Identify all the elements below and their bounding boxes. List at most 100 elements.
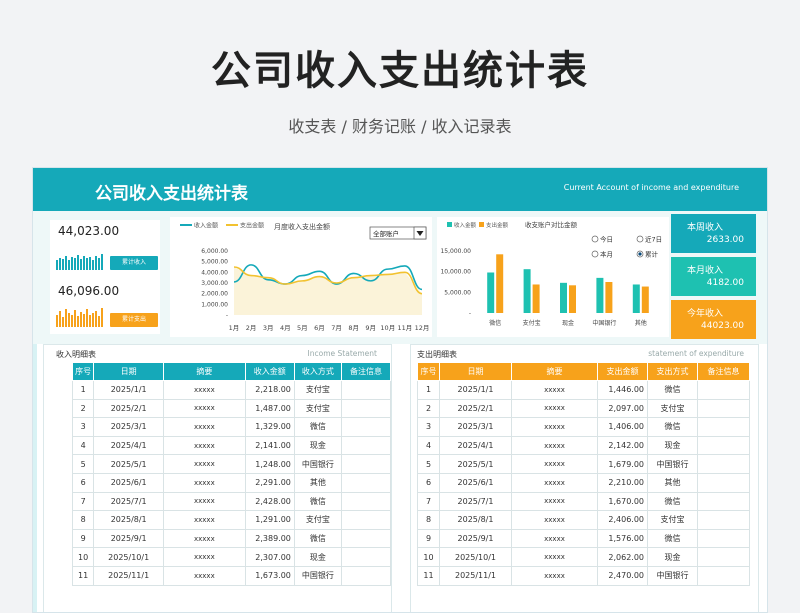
table-cell[interactable]: 6 [71, 472, 95, 493]
table-cell[interactable] [340, 472, 392, 493]
column-header[interactable]: 摘要 [163, 362, 246, 381]
table-cell[interactable] [697, 417, 750, 437]
table-cell[interactable] [697, 398, 750, 419]
table-cell[interactable]: xxxxx [163, 547, 246, 567]
table-cell[interactable]: 2025/9/1 [439, 528, 512, 549]
column-header[interactable]: 序号 [417, 362, 440, 381]
table-cell[interactable]: 1,406.00 [597, 417, 648, 437]
table-cell[interactable]: 2025/4/1 [93, 435, 165, 456]
table-cell[interactable] [697, 547, 750, 567]
table-cell[interactable]: 7 [417, 491, 440, 512]
table-cell[interactable]: 中国银行 [647, 565, 698, 586]
table-cell[interactable]: xxxxx [163, 565, 246, 586]
table-cell[interactable]: xxxxx [511, 565, 598, 586]
table-cell[interactable]: 11 [417, 565, 440, 586]
table-cell[interactable]: xxxxx [163, 380, 246, 400]
table-cell[interactable]: 10 [417, 547, 440, 567]
table-cell[interactable]: xxxxx [511, 417, 598, 437]
table-cell[interactable]: 2,406.00 [597, 510, 648, 530]
table-cell[interactable]: 2025/3/1 [439, 417, 512, 437]
table-cell[interactable] [340, 528, 392, 549]
table-cell[interactable]: 1,291.00 [244, 510, 295, 530]
table-cell[interactable]: 支付宝 [293, 398, 342, 419]
table-cell[interactable]: 微信 [293, 417, 342, 437]
table-cell[interactable]: 2,218.00 [244, 380, 295, 400]
table-cell[interactable]: 2025/9/1 [93, 528, 165, 549]
table-cell[interactable]: 2025/8/1 [439, 510, 512, 530]
column-header[interactable]: 备注信息 [340, 362, 392, 381]
table-cell[interactable]: 10 [71, 547, 95, 567]
table-cell[interactable] [697, 528, 750, 549]
table-cell[interactable]: 7 [71, 491, 95, 512]
table-cell[interactable]: 2025/8/1 [93, 510, 165, 530]
table-cell[interactable]: 1,487.00 [244, 398, 295, 419]
table-cell[interactable]: 1,248.00 [244, 454, 295, 474]
column-header[interactable]: 摘要 [511, 362, 598, 381]
table-cell[interactable]: 微信 [647, 491, 698, 512]
table-cell[interactable]: xxxxx [163, 472, 246, 493]
table-cell[interactable] [340, 547, 392, 567]
table-cell[interactable]: 微信 [293, 491, 342, 512]
table-cell[interactable]: 2025/3/1 [93, 417, 165, 437]
table-cell[interactable]: xxxxx [163, 398, 246, 419]
column-header[interactable]: 日期 [93, 362, 165, 381]
table-cell[interactable]: 2025/5/1 [93, 454, 165, 474]
table-cell[interactable]: 2025/10/1 [439, 547, 512, 567]
table-cell[interactable]: xxxxx [511, 491, 598, 512]
table-cell[interactable]: 2,210.00 [597, 472, 648, 493]
table-cell[interactable]: 2025/7/1 [439, 491, 512, 512]
table-cell[interactable]: 2,291.00 [244, 472, 295, 493]
table-cell[interactable]: 1,673.00 [244, 565, 295, 586]
column-header[interactable]: 收入方式 [293, 362, 342, 381]
column-header[interactable]: 序号 [71, 362, 95, 381]
table-cell[interactable]: 现金 [647, 547, 698, 567]
table-cell[interactable]: xxxxx [511, 528, 598, 549]
table-cell[interactable]: 现金 [647, 435, 698, 456]
table-cell[interactable]: 2025/1/1 [93, 380, 165, 400]
table-cell[interactable] [697, 435, 750, 456]
income-total-button[interactable]: 累计收入 [110, 256, 158, 270]
table-cell[interactable]: 2,142.00 [597, 435, 648, 456]
table-cell[interactable]: xxxxx [163, 454, 246, 474]
column-header[interactable]: 日期 [439, 362, 512, 381]
table-cell[interactable]: 2,141.00 [244, 435, 295, 456]
table-cell[interactable]: xxxxx [511, 454, 598, 474]
column-header[interactable]: 备注信息 [697, 362, 750, 381]
table-cell[interactable]: 2025/11/1 [439, 565, 512, 586]
table-cell[interactable]: xxxxx [163, 435, 246, 456]
table-cell[interactable]: 1,329.00 [244, 417, 295, 437]
account-dropdown[interactable]: 全部账户 [369, 226, 427, 240]
expense-total-button[interactable]: 累计支出 [110, 313, 158, 327]
table-cell[interactable]: 1,576.00 [597, 528, 648, 549]
table-cell[interactable] [340, 454, 392, 474]
column-header[interactable]: 支出方式 [647, 362, 698, 381]
table-cell[interactable]: 1 [417, 380, 440, 400]
radio-本月[interactable]: 本月 [591, 250, 613, 259]
table-cell[interactable]: 2025/2/1 [439, 398, 512, 419]
table-cell[interactable]: 1 [71, 380, 95, 400]
table-cell[interactable]: xxxxx [511, 472, 598, 493]
table-cell[interactable]: 1,670.00 [597, 491, 648, 512]
table-cell[interactable]: 支付宝 [293, 510, 342, 530]
table-cell[interactable]: 3 [71, 417, 95, 437]
table-cell[interactable]: xxxxx [163, 528, 246, 549]
table-cell[interactable]: xxxxx [511, 380, 598, 400]
table-cell[interactable] [697, 510, 750, 530]
table-cell[interactable] [697, 491, 750, 512]
table-cell[interactable]: 3 [417, 417, 440, 437]
table-cell[interactable] [340, 491, 392, 512]
table-cell[interactable]: xxxxx [163, 510, 246, 530]
column-header[interactable]: 支出金额 [597, 362, 648, 381]
radio-今日[interactable]: 今日 [591, 235, 613, 244]
table-cell[interactable]: xxxxx [511, 398, 598, 419]
table-cell[interactable]: 2025/2/1 [93, 398, 165, 419]
table-cell[interactable]: 2025/7/1 [93, 491, 165, 512]
table-cell[interactable]: xxxxx [511, 510, 598, 530]
table-cell[interactable]: 2025/5/1 [439, 454, 512, 474]
radio-累计[interactable]: 累计 [636, 250, 659, 259]
table-cell[interactable]: 微信 [647, 528, 698, 549]
table-cell[interactable] [340, 435, 392, 456]
table-cell[interactable]: xxxxx [511, 435, 598, 456]
column-header[interactable]: 收入金额 [244, 362, 295, 381]
radio-circle[interactable] [636, 235, 644, 243]
